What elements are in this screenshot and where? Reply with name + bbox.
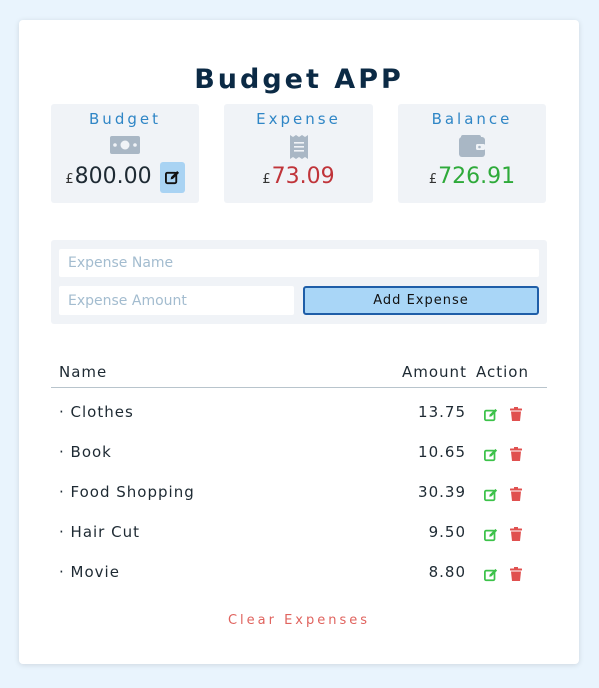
expense-amount: 10.65 [418, 443, 466, 461]
trash-icon[interactable] [510, 486, 522, 505]
edit-icon [164, 170, 179, 185]
expense-name: · Food Shopping [59, 483, 195, 501]
expense-name: · Clothes [59, 403, 134, 421]
edit-icon[interactable] [484, 527, 498, 546]
edit-icon[interactable] [484, 567, 498, 586]
balance-amount: 726.91 [438, 164, 516, 189]
table-row: · Book 10.65 [51, 443, 547, 465]
edit-icon[interactable] [484, 407, 498, 426]
trash-icon[interactable] [510, 566, 522, 585]
budget-value: £ 800.00 [51, 162, 199, 195]
budget-amount: 800.00 [74, 164, 152, 189]
action-column-header: Action [476, 363, 529, 381]
expense-currency: £ [262, 172, 271, 187]
expense-amount: 30.39 [418, 483, 466, 501]
table-row: · Hair Cut 9.50 [51, 523, 547, 545]
balance-currency: £ [428, 172, 438, 187]
expense-value: £ 73.09 [224, 164, 373, 189]
expense-name: · Hair Cut [59, 523, 140, 541]
trash-icon[interactable] [510, 446, 522, 465]
amount-column-header: Amount [402, 363, 467, 381]
clear-expenses-button[interactable]: Clear Expenses [19, 613, 579, 628]
trash-icon[interactable] [510, 406, 522, 425]
wallet-icon [459, 135, 485, 161]
receipt-icon [289, 135, 308, 163]
trash-icon[interactable] [510, 526, 522, 545]
expense-label: Expense [256, 110, 341, 128]
expense-name: · Book [59, 443, 112, 461]
expense-form: Expense Name Expense Amount Add Expense [51, 240, 547, 324]
budget-panel: Budget £ 800.00 [51, 104, 199, 203]
edit-budget-button[interactable] [159, 162, 185, 193]
edit-icon[interactable] [484, 447, 498, 466]
add-expense-button[interactable]: Add Expense [303, 286, 539, 315]
expense-amount: 8.80 [428, 563, 466, 581]
expense-amount: 73.09 [271, 164, 335, 189]
budget-card: Budget APP Budget £ 800.00 Expense £ 73.… [19, 20, 579, 664]
expense-amount: 13.75 [418, 403, 466, 421]
table-row: · Food Shopping 30.39 [51, 483, 547, 505]
budget-currency: £ [65, 172, 74, 187]
expense-name: · Movie [59, 563, 120, 581]
table-row: · Clothes 13.75 [51, 403, 547, 425]
name-column-header: Name [59, 363, 108, 381]
table-divider [51, 387, 547, 388]
balance-value: £ 726.91 [398, 164, 546, 189]
balance-panel: Balance £ 726.91 [398, 104, 546, 203]
budget-label: Budget [89, 110, 161, 128]
banknote-icon [110, 135, 140, 159]
expense-panel: Expense £ 73.09 [224, 104, 373, 203]
edit-icon[interactable] [484, 487, 498, 506]
app-title: Budget APP [194, 64, 404, 95]
expense-name-input[interactable]: Expense Name [59, 249, 539, 277]
expense-amount-input[interactable]: Expense Amount [59, 286, 294, 315]
expense-amount: 9.50 [428, 523, 466, 541]
balance-label: Balance [431, 110, 513, 128]
table-row: · Movie 8.80 [51, 563, 547, 585]
